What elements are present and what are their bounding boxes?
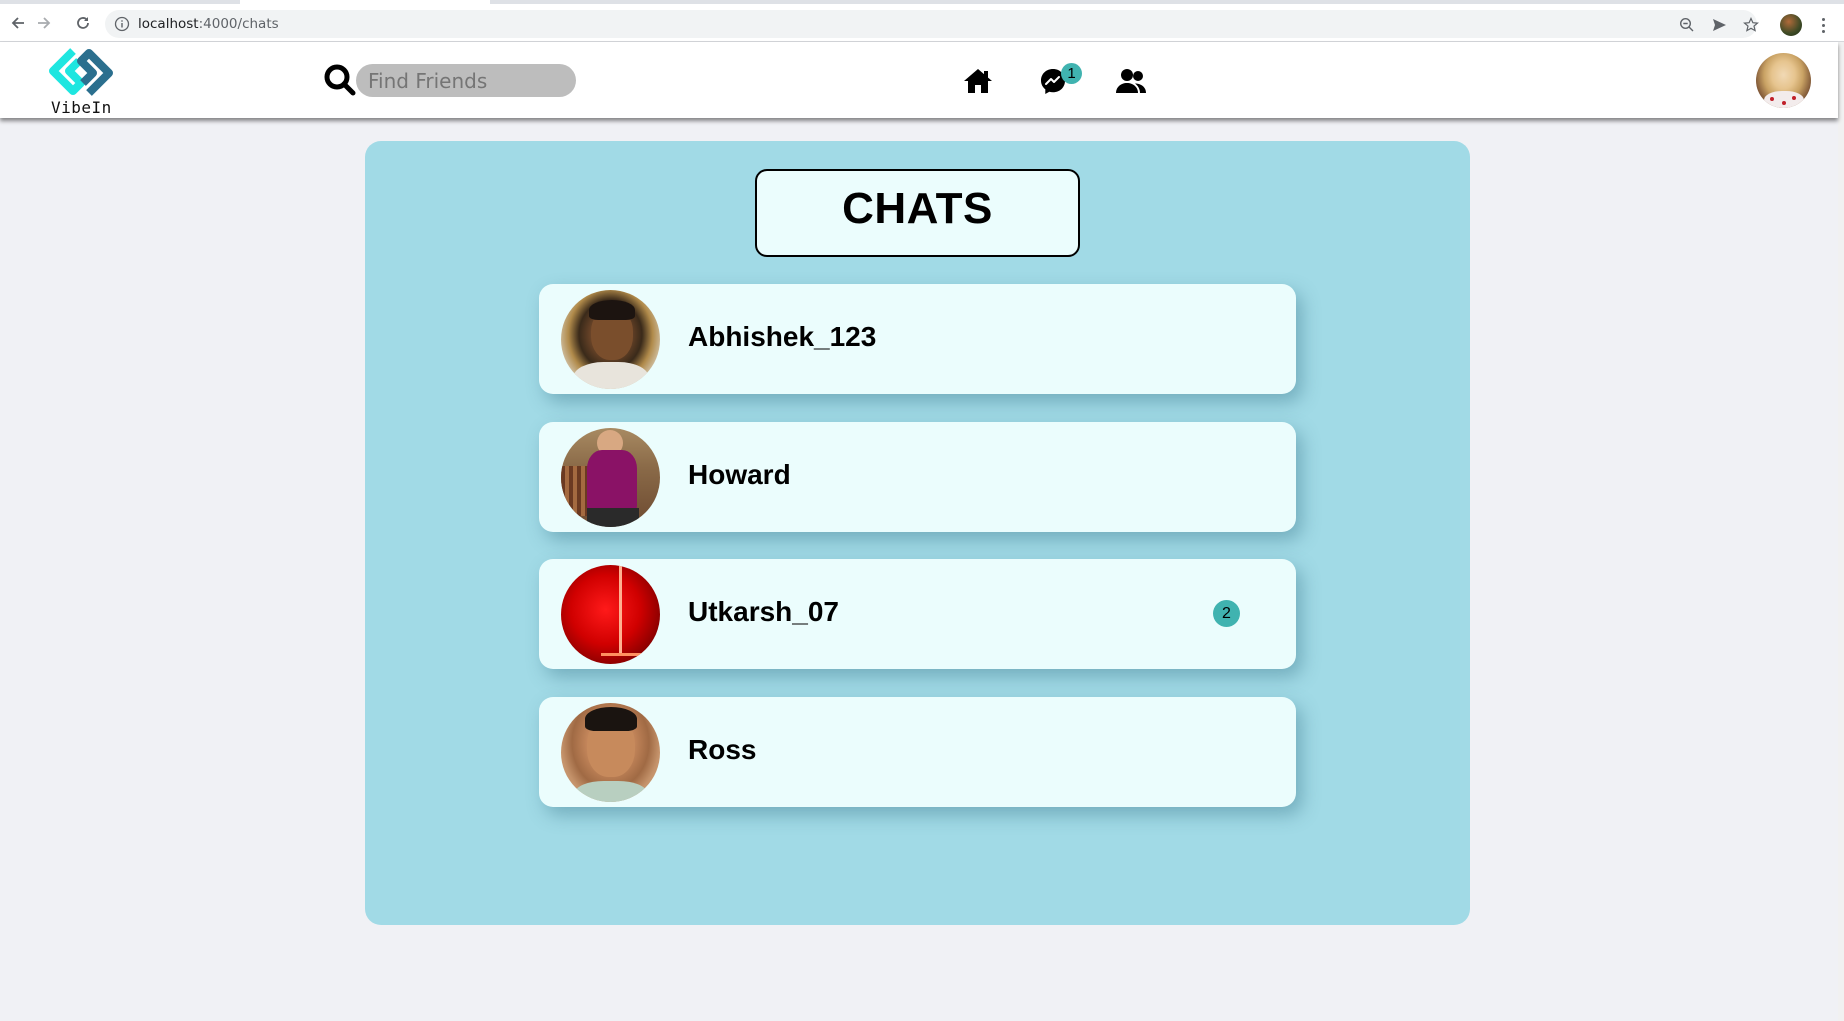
unread-badge: 2 [1213, 600, 1240, 627]
chat-avatar [561, 565, 660, 664]
avatar-hair [585, 707, 637, 731]
chat-name: Abhishek_123 [688, 321, 877, 352]
friends-icon [1116, 69, 1146, 93]
browser-menu-icon[interactable] [1818, 14, 1828, 36]
url-host: localhost [138, 16, 199, 32]
logo-text: VibeIn [51, 98, 112, 117]
avatar-hair [589, 300, 635, 320]
chats-panel: CHATS Abhishek_123 Howard Utkarsh_07 2 R… [365, 141, 1470, 925]
chat-item-howard[interactable]: Howard [539, 422, 1296, 532]
chat-item-utkarsh[interactable]: Utkarsh_07 2 [539, 559, 1296, 669]
avatar-shirt [573, 362, 649, 389]
bookmark-button[interactable] [1742, 16, 1760, 34]
chat-name: Utkarsh_07 [688, 596, 839, 627]
bookmark-star-icon [1743, 17, 1759, 32]
avatar-shirt [575, 781, 647, 802]
user-profile-avatar[interactable] [1756, 53, 1811, 108]
home-icon [964, 69, 992, 93]
find-friends-input[interactable] [356, 64, 576, 97]
page-title: CHATS [842, 184, 993, 233]
friends-button[interactable] [1114, 64, 1148, 98]
chat-name: Ross [688, 734, 757, 765]
logo-icon [49, 48, 113, 96]
messages-badge: 1 [1061, 63, 1082, 84]
chat-item-abhishek[interactable]: Abhishek_123 [539, 284, 1296, 394]
browser-toolbar: localhost:4000/chats [0, 4, 1844, 42]
reload-button[interactable] [70, 10, 96, 36]
zoom-button[interactable] [1678, 16, 1696, 34]
avatar-shirt [587, 450, 637, 512]
app-navbar: VibeIn 1 [0, 42, 1838, 118]
avatar-detail [1792, 96, 1796, 100]
page-scrollbar[interactable] [1838, 42, 1844, 1021]
avatar-detail [1770, 97, 1774, 101]
forward-icon [38, 17, 51, 29]
info-icon[interactable] [114, 16, 130, 32]
home-button[interactable] [961, 64, 995, 98]
send-icon [1713, 19, 1726, 31]
url-path: :4000/chats [198, 16, 279, 32]
vibein-logo[interactable]: VibeIn [49, 47, 113, 117]
address-bar[interactable]: localhost:4000/chats [105, 10, 1760, 38]
chats-title-box: CHATS [755, 169, 1080, 257]
back-button[interactable] [5, 10, 31, 36]
forward-button[interactable] [31, 10, 57, 36]
send-button[interactable] [1710, 16, 1728, 34]
chat-avatar [561, 428, 660, 527]
search-icon[interactable] [323, 63, 357, 97]
chat-name: Howard [688, 459, 791, 490]
chat-avatar [561, 703, 660, 802]
avatar-pants [587, 508, 639, 527]
browser-profile-icon[interactable] [1780, 14, 1802, 36]
avatar-detail [1782, 101, 1786, 105]
zoom-out-icon [1679, 17, 1694, 32]
avatar-light-beam [601, 653, 656, 656]
chat-item-ross[interactable]: Ross [539, 697, 1296, 807]
url-text[interactable]: localhost:4000/chats [138, 16, 279, 32]
avatar-light-beam [619, 565, 622, 653]
back-icon [11, 17, 24, 29]
chat-avatar [561, 290, 660, 389]
reload-icon [77, 17, 89, 29]
